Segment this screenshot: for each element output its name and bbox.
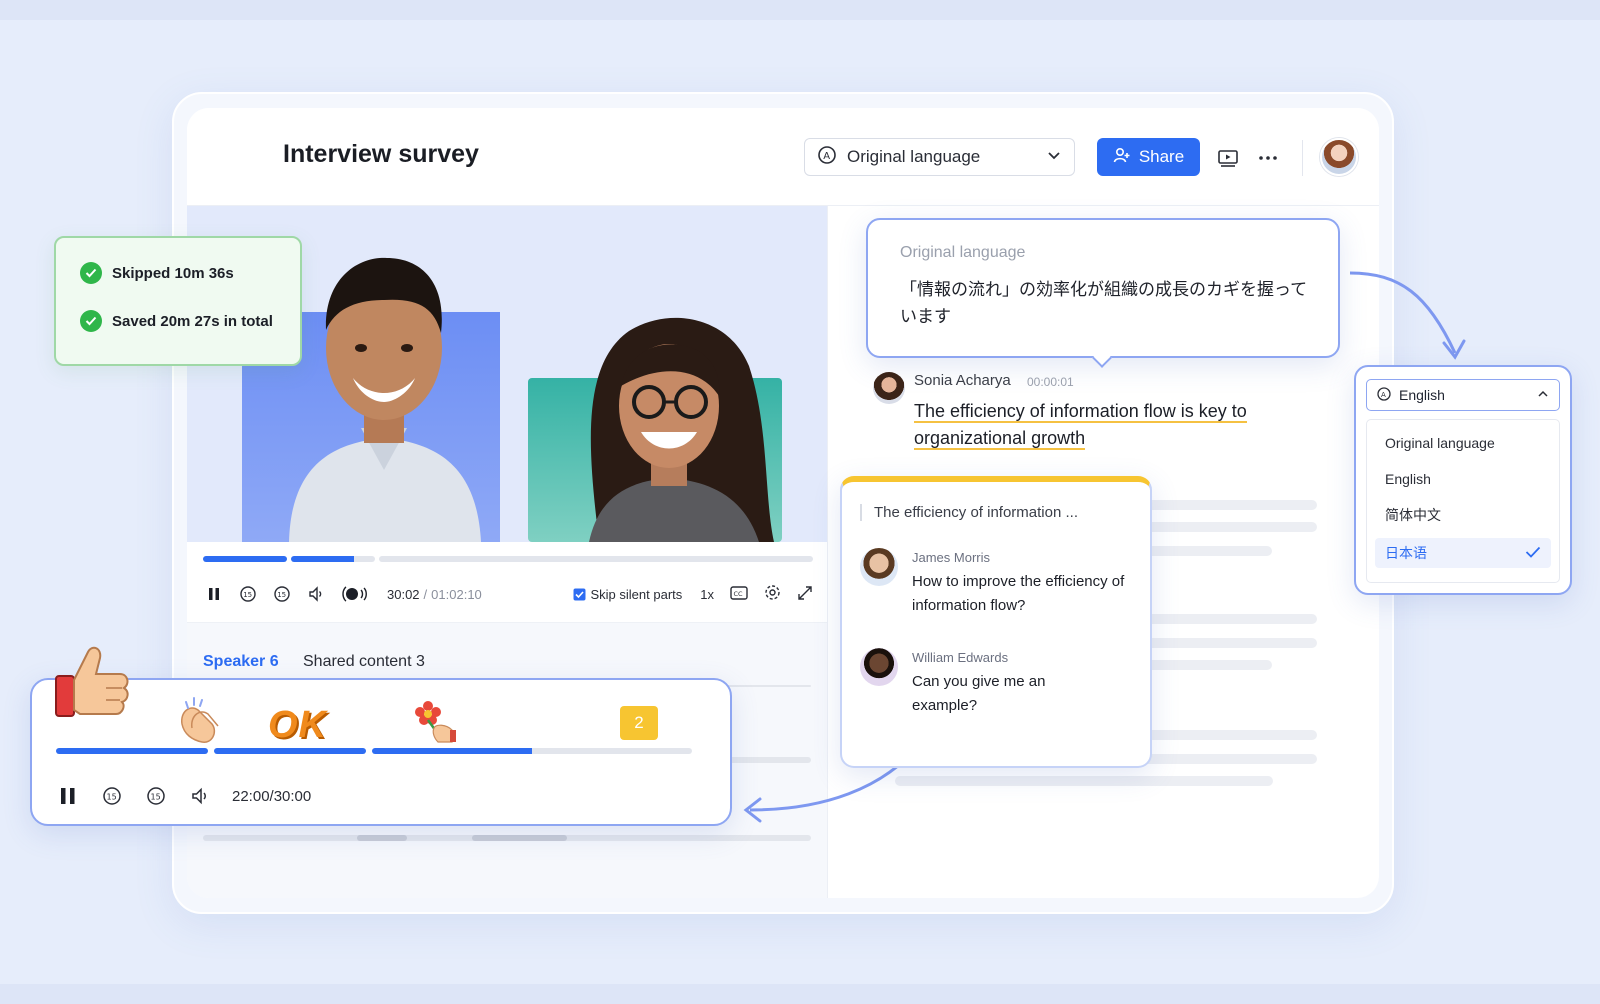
volume-icon[interactable]	[188, 784, 212, 808]
language-option-label: 日本语	[1385, 545, 1427, 561]
tab-shared-content[interactable]: Shared content 3	[303, 653, 425, 671]
mini-player: OK 2 15 15 22:00/30:00	[30, 678, 732, 826]
app-header: Interview survey A Original language Sha…	[187, 108, 1379, 206]
language-option-selected[interactable]: 日本语	[1375, 538, 1551, 568]
add-user-icon	[1113, 146, 1131, 169]
comment-author: James Morris	[912, 550, 991, 565]
present-icon[interactable]	[1216, 146, 1240, 170]
comment-count-badge[interactable]: 2	[620, 706, 658, 740]
chevron-down-icon	[1046, 147, 1062, 168]
svg-text:A: A	[823, 151, 830, 162]
volume-icon[interactable]	[305, 583, 327, 605]
page-title: Interview survey	[283, 140, 479, 168]
user-avatar[interactable]	[1320, 138, 1358, 176]
skip-summary-card: Skipped 10m 36s Saved 20m 27s in total	[54, 236, 302, 366]
progress-segment[interactable]	[214, 748, 366, 754]
translate-icon: A	[817, 145, 837, 170]
transcript-text[interactable]: The efficiency of information flow is ke…	[914, 398, 1294, 452]
mini-control-row: 15 15 22:00/30:00	[56, 784, 311, 808]
transcript-timestamp[interactable]: 00:00:01	[1027, 375, 1074, 389]
share-label: Share	[1138, 147, 1185, 166]
language-options-list: Original language English 简体中文 日本语	[1366, 419, 1560, 583]
transcript-speaker-name: Sonia Acharya	[914, 372, 1011, 389]
speed-button[interactable]: 1x	[700, 587, 714, 602]
share-button[interactable]: Share	[1097, 138, 1200, 176]
header-divider	[1302, 140, 1303, 176]
checkmark-icon	[1525, 545, 1541, 561]
language-dropdown-card: A English Original language English 简体中文…	[1354, 365, 1572, 595]
language-select[interactable]: A Original language	[804, 138, 1075, 176]
skip-summary-row: Saved 20m 27s in total	[80, 310, 273, 332]
forward-15-icon[interactable]: 15	[144, 784, 168, 808]
comment-text: Can you give me an example?	[912, 673, 1046, 714]
skip-summary-row: Skipped 10m 36s	[80, 262, 234, 284]
skip-silent-label: Skip silent parts	[590, 586, 683, 602]
translate-icon: A	[1377, 386, 1391, 404]
original-language-text: 「情報の流れ」の効率化が組織の成長のカギを握っています	[900, 280, 1308, 326]
saved-text: Saved 20m 27s in total	[112, 312, 273, 330]
avatar	[873, 372, 905, 404]
clapping-hands-icon[interactable]	[172, 694, 226, 748]
quoted-text: The efficiency of information ...	[860, 504, 1078, 521]
language-dropdown-select[interactable]: A English	[1366, 379, 1560, 411]
svg-text:15: 15	[243, 591, 252, 599]
progress-segment[interactable]	[291, 556, 375, 562]
comment-text: How to improve the efficiency of informa…	[912, 573, 1125, 614]
language-option[interactable]: 简体中文	[1375, 500, 1551, 530]
svg-text:A: A	[1381, 391, 1386, 399]
skipped-text: Skipped 10m 36s	[112, 264, 234, 282]
placeholder-line	[472, 835, 567, 841]
rewind-15-icon[interactable]: 15	[100, 784, 124, 808]
progress-segment[interactable]	[56, 748, 208, 754]
pause-icon[interactable]	[203, 583, 225, 605]
svg-text:15: 15	[151, 793, 161, 802]
placeholder-line	[357, 835, 407, 841]
time-current: 30:02	[387, 586, 420, 602]
mini-time: 22:00/30:00	[232, 787, 312, 805]
original-language-card: Original language 「情報の流れ」の効率化が組織の成長のカギを握…	[866, 218, 1340, 358]
time-total: 01:02:10	[431, 586, 482, 602]
checkbox-checked-icon[interactable]	[573, 588, 586, 601]
chevron-up-icon	[1537, 387, 1549, 403]
check-circle-icon	[80, 310, 102, 332]
ok-reaction[interactable]: OK	[268, 704, 327, 747]
more-icon[interactable]	[1256, 146, 1280, 170]
background-stripe-bottom	[0, 984, 1600, 1004]
avatar	[860, 648, 898, 686]
svg-text:15: 15	[277, 591, 286, 599]
background-stripe-top	[0, 0, 1600, 20]
progress-segment[interactable]	[203, 556, 287, 562]
svg-text:15: 15	[107, 793, 117, 802]
time-separator: /	[423, 586, 428, 602]
check-circle-icon	[80, 262, 102, 284]
speaker-man-image	[289, 257, 481, 542]
avatar	[860, 548, 898, 586]
flower-gift-icon[interactable]	[412, 698, 462, 748]
language-option[interactable]: Original language	[1375, 428, 1551, 458]
forward-15-icon[interactable]: 15	[271, 583, 293, 605]
transcript-highlight: The efficiency of information flow is ke…	[914, 401, 1247, 450]
comments-card: The efficiency of information ... James …	[840, 476, 1152, 768]
progress-segment[interactable]	[372, 748, 692, 754]
skip-silent-toggle[interactable]: Skip silent parts	[573, 586, 683, 602]
rewind-15-icon[interactable]: 15	[237, 583, 259, 605]
language-dropdown-value: English	[1399, 387, 1445, 403]
pause-icon[interactable]	[56, 784, 80, 808]
language-select-value: Original language	[847, 147, 981, 166]
comment-author: William Edwards	[912, 650, 1009, 665]
thumbs-up-icon[interactable]	[50, 640, 134, 724]
audio-wave-icon[interactable]	[339, 583, 369, 605]
tab-speakers[interactable]: Speaker 6	[203, 653, 279, 671]
original-language-label: Original language	[900, 244, 1026, 261]
language-option[interactable]: English	[1375, 464, 1551, 494]
